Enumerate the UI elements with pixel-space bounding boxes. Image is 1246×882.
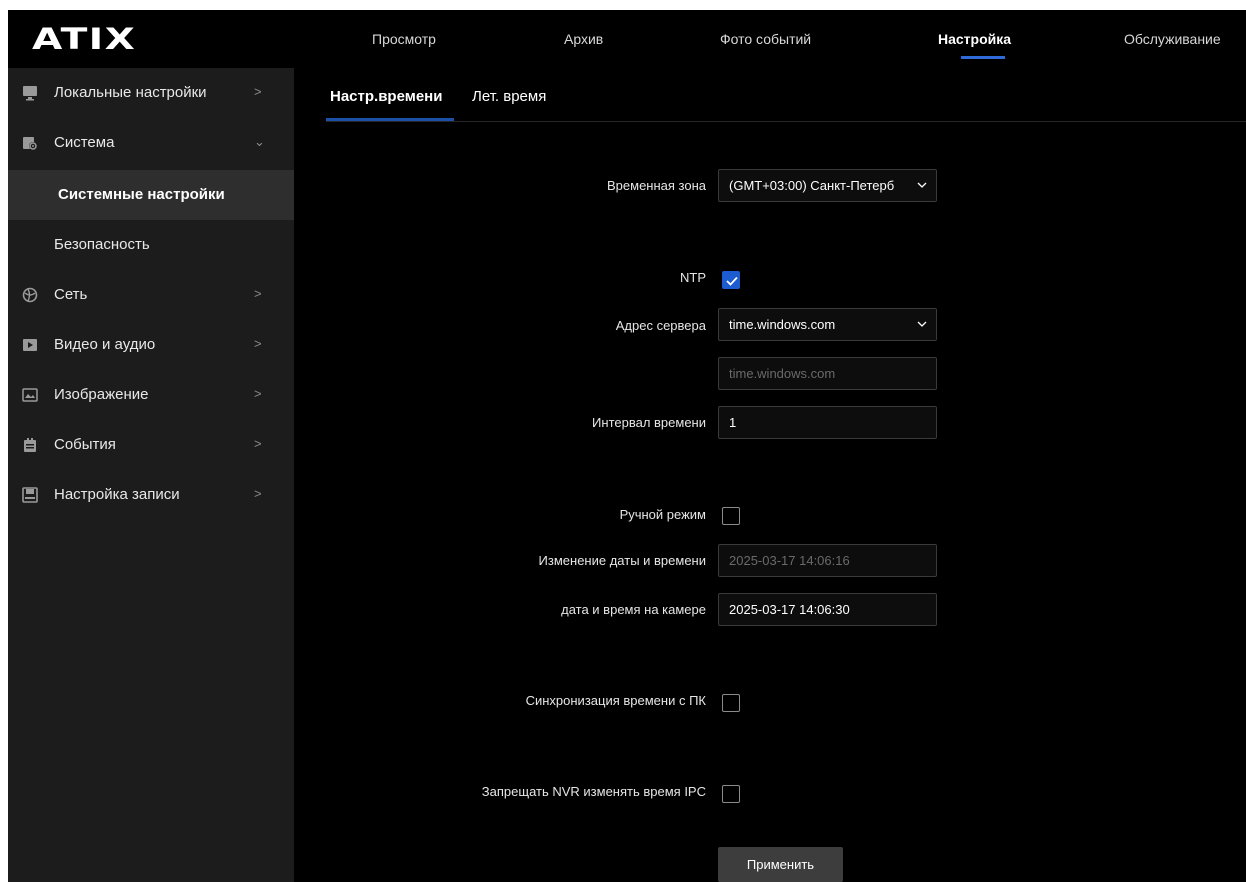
sidebar-item-label: Система [54,134,115,151]
main-content: Настр.времени Лет. время Временная зона … [294,68,1246,882]
camera-datetime-label: дата и время на камере [561,602,706,617]
sidebar-item-image[interactable]: Изображение > [8,370,294,420]
sidebar-item-network[interactable]: Сеть > [8,270,294,320]
manual-mode-label: Ручной режим [619,507,706,522]
timezone-select[interactable]: (GMT+03:00) Санкт-Петерб [718,169,937,202]
sidebar-item-label: Безопасность [54,236,150,253]
chevron-right-icon: > [254,84,262,99]
sidebar-item-label: События [54,436,116,453]
chevron-down-icon [917,321,927,327]
manual-mode-checkbox[interactable] [722,507,740,525]
atix-logo: ATIX [32,22,137,56]
ntp-label: NTP [680,270,706,285]
network-icon [22,287,38,303]
chevron-right-icon: > [254,386,262,401]
interval-value: 1 [729,415,737,430]
interval-label: Интервал времени [592,415,706,430]
sidebar-item-system-settings[interactable]: Системные настройки [8,170,294,220]
sidebar-item-label: Настройка записи [54,486,180,503]
chevron-right-icon: > [254,436,262,451]
server-address-value: time.windows.com [729,317,836,332]
sidebar-item-label: Изображение [54,386,149,403]
nav-maintenance[interactable]: Обслуживание [1124,31,1221,47]
change-datetime-input[interactable]: 2025-03-17 14:06:16 [718,544,937,577]
chevron-right-icon: > [254,286,262,301]
nav-settings[interactable]: Настройка [938,31,1011,47]
server-address-placeholder: time.windows.com [729,366,836,381]
window-top-strip [0,0,1246,10]
apply-button[interactable]: Применить [718,847,843,882]
record-settings-icon [22,487,38,503]
change-datetime-value: 2025-03-17 14:06:16 [729,553,850,568]
change-datetime-label: Изменение даты и времени [538,553,706,568]
tab-daylight-saving[interactable]: Лет. время [472,88,546,105]
camera-datetime-value: 2025-03-17 14:06:30 [729,602,850,617]
sync-pc-label: Синхронизация времени с ПК [525,693,706,708]
events-icon [22,437,38,453]
video-icon [22,337,38,353]
chevron-right-icon: > [254,486,262,501]
sidebar: Локальные настройки > Система ⌄ Системны… [8,68,294,882]
nav-archive[interactable]: Архив [564,31,603,47]
nav-live-view[interactable]: Просмотр [372,31,436,47]
sidebar-item-security[interactable]: Безопасность [8,220,294,270]
nav-active-indicator [961,56,1005,59]
monitor-icon [22,85,38,101]
server-address-custom-input[interactable]: time.windows.com [718,357,937,390]
sidebar-item-video-audio[interactable]: Видео и аудио > [8,320,294,370]
camera-datetime-field: 2025-03-17 14:06:30 [718,593,937,626]
sidebar-item-label: Системные настройки [58,186,225,203]
checkmark-icon [726,276,738,286]
sidebar-item-label: Локальные настройки [54,84,207,101]
image-icon [22,387,38,403]
system-settings-icon [22,135,38,151]
sidebar-item-recording-settings[interactable]: Настройка записи > [8,470,294,520]
server-address-select[interactable]: time.windows.com [718,308,937,341]
tab-time-settings[interactable]: Настр.времени [330,88,442,105]
sidebar-item-label: Сеть [54,286,88,303]
server-address-label: Адрес сервера [615,318,706,333]
sync-pc-checkbox[interactable] [722,694,740,712]
ntp-checkbox[interactable] [722,271,740,289]
forbid-nvr-checkbox[interactable] [722,785,740,803]
chevron-down-icon [917,182,927,188]
sidebar-item-local-settings[interactable]: Локальные настройки > [8,68,294,118]
top-navigation-bar: ATIX Просмотр Архив Фото событий Настрой… [8,10,1246,68]
tab-divider [326,121,1246,122]
sidebar-item-system[interactable]: Система ⌄ [8,118,294,168]
chevron-down-icon: ⌄ [254,134,265,149]
nav-event-photos[interactable]: Фото событий [720,31,811,47]
timezone-value: (GMT+03:00) Санкт-Петерб [729,178,895,193]
interval-input[interactable]: 1 [718,406,937,439]
sidebar-item-events[interactable]: События > [8,420,294,470]
timezone-label: Временная зона [607,178,706,193]
chevron-right-icon: > [254,336,262,351]
forbid-nvr-label: Запрещать NVR изменять время IPC [481,784,706,799]
sidebar-item-label: Видео и аудио [54,336,156,353]
